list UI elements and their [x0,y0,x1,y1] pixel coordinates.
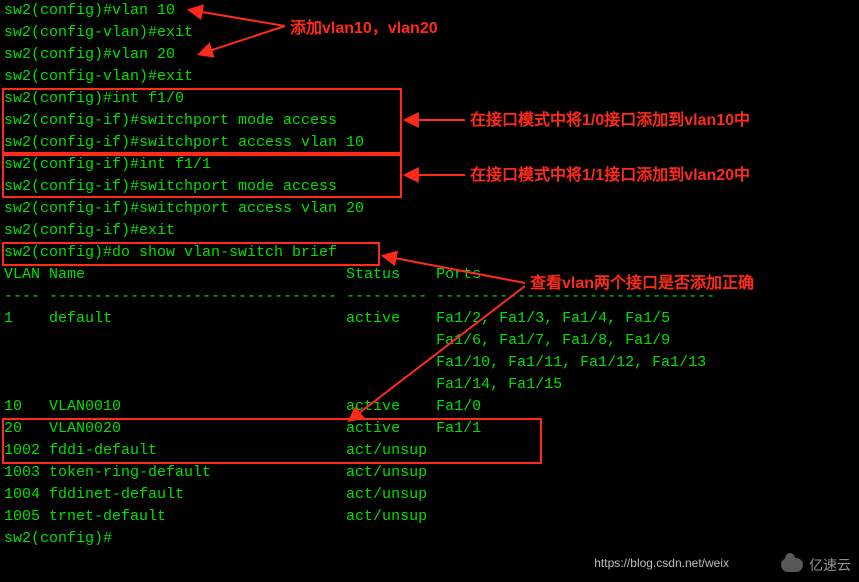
highlight-box-int11 [2,154,402,198]
highlight-box-show [2,242,380,266]
table-row: Fa1/10, Fa1/11, Fa1/12, Fa1/13 [4,352,855,374]
source-url: https://blog.csdn.net/weix [594,552,729,574]
highlight-box-int10 [2,88,402,154]
cloud-icon [781,558,803,572]
table-row: 1 default active Fa1/2, Fa1/3, Fa1/4, Fa… [4,308,855,330]
cli-line: sw2(config-vlan)#exit [4,66,855,88]
table-row: 1004 fddinet-default act/unsup [4,484,855,506]
watermark-text: 亿速云 [809,554,851,576]
table-row: Fa1/6, Fa1/7, Fa1/8, Fa1/9 [4,330,855,352]
table-row: 1005 trnet-default act/unsup [4,506,855,528]
table-row: 10 VLAN0010 active Fa1/0 [4,396,855,418]
highlight-box-result [2,418,542,464]
table-row: 1003 token-ring-default act/unsup [4,462,855,484]
annotation-int11: 在接口模式中将1/1接口添加到vlan20中 [470,165,750,187]
cli-line: sw2(config)#vlan 20 [4,44,855,66]
cli-line: sw2(config-if)#switchport access vlan 20 [4,198,855,220]
cli-prompt[interactable]: sw2(config)# [4,528,855,550]
watermark: 亿速云 [781,554,851,576]
cli-line: sw2(config-if)#exit [4,220,855,242]
table-row: Fa1/14, Fa1/15 [4,374,855,396]
annotation-verify: 查看vlan两个接口是否添加正确 [530,273,754,295]
annotation-add-vlan: 添加vlan10，vlan20 [290,18,438,40]
annotation-int10: 在接口模式中将1/0接口添加到vlan10中 [470,110,750,132]
